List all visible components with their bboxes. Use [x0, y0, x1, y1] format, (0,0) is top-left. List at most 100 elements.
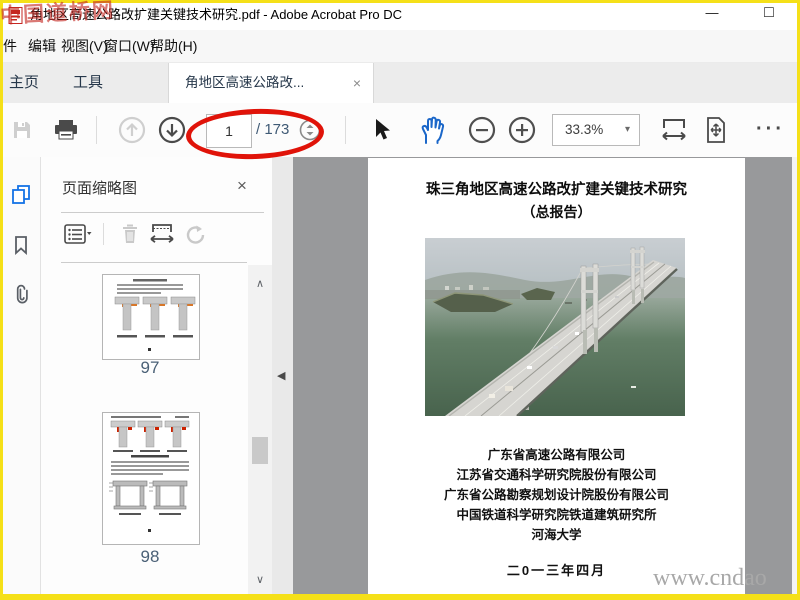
- menu-edit[interactable]: 编辑: [28, 30, 56, 62]
- page-stepper[interactable]: [298, 118, 322, 142]
- cursor-arrow-icon: [376, 119, 390, 140]
- plus-circle-icon: [508, 116, 536, 144]
- menu-view[interactable]: 视图(V): [61, 30, 108, 62]
- chevron-down-icon: ∨: [255, 574, 265, 586]
- chevron-down-icon: ▾: [624, 124, 630, 135]
- more-icon: ···: [756, 118, 785, 140]
- pages-icon: [12, 185, 30, 204]
- crop-pages-icon: [150, 224, 174, 243]
- zoom-level-dropdown[interactable]: 33.3% ▾: [552, 114, 640, 146]
- zoom-level-value: 33.3%: [565, 122, 604, 137]
- fit-width-icon: [662, 119, 686, 141]
- site-watermark: www.cndao: [653, 565, 767, 591]
- organization: 河海大学: [531, 528, 582, 542]
- maximize-button[interactable]: □: [752, 0, 786, 28]
- report-title: 珠三角地区高速公路改扩建关键技术研究: [426, 182, 687, 198]
- attachments-tab[interactable]: [9, 283, 33, 307]
- scroll-up-button[interactable]: ∧: [251, 277, 269, 291]
- fit-width-button[interactable]: [658, 114, 690, 146]
- thumbnail-page-number: 97: [140, 358, 160, 377]
- save-button[interactable]: [6, 114, 38, 146]
- thumbnail-page-97[interactable]: [102, 274, 200, 360]
- collapse-left-icon: ◀: [277, 370, 286, 382]
- select-tool-button[interactable]: [366, 114, 398, 146]
- crop-pages-button[interactable]: [147, 219, 177, 249]
- hand-tool-button[interactable]: [416, 114, 448, 146]
- toolbar-separator: [96, 116, 97, 144]
- paperclip-icon: [16, 284, 28, 304]
- menu-file[interactable]: 文件: [0, 30, 17, 62]
- fit-page-icon: [707, 117, 725, 143]
- print-icon: [55, 120, 77, 140]
- page-total-label: / 173: [256, 121, 290, 138]
- zoom-in-button[interactable]: [506, 114, 538, 146]
- organization: 广东省高速公路有限公司: [487, 448, 626, 462]
- stepper-icon: [299, 119, 321, 141]
- menu-window[interactable]: 窗口(W): [104, 30, 155, 62]
- menu-help[interactable]: 帮助(H): [150, 30, 197, 62]
- tab-bar: 主页 工具 角地区高速公路改... × ?: [0, 63, 800, 160]
- page-thumbnails-tab[interactable]: [9, 183, 33, 207]
- toolbar-separator: [103, 223, 104, 245]
- main-toolbar: / 173 33.3% ▾ ···: [0, 103, 800, 158]
- organization: 江苏省交通科学研究院股份有限公司: [456, 468, 657, 482]
- page-thumbnails-panel: 页面缩略图 × 97 98 ∧ ∨: [41, 157, 272, 597]
- hand-tool-icon: [421, 116, 445, 144]
- organization: 中国铁道科学研究院铁道建筑研究所: [456, 508, 657, 522]
- thumbnail-options-button[interactable]: [63, 219, 93, 249]
- arrow-up-circle-icon: [118, 116, 146, 144]
- tab-tools[interactable]: 工具: [73, 63, 103, 103]
- rotate-icon: [186, 225, 205, 244]
- bridge-photo: [425, 238, 685, 417]
- delete-pages-button[interactable]: [115, 219, 145, 249]
- pdf-file-icon: [8, 7, 24, 29]
- title-bar: 角地区高速公路改扩建关键技术研究.pdf - Adobe Acrobat Pro…: [0, 0, 800, 30]
- scroll-down-button[interactable]: ∨: [251, 573, 269, 587]
- tab-document-label: 角地区高速公路改...: [185, 75, 305, 90]
- zoom-out-button[interactable]: [466, 114, 498, 146]
- scrollbar-thumb[interactable]: [252, 437, 268, 464]
- fit-page-button[interactable]: [700, 114, 732, 146]
- close-icon: ×: [352, 75, 362, 91]
- report-subtitle: （总报告）: [521, 204, 592, 220]
- options-list-icon: [64, 224, 92, 244]
- thumbnail-page-98[interactable]: [102, 412, 200, 545]
- print-button[interactable]: [50, 114, 82, 146]
- save-icon: [14, 122, 30, 138]
- bookmarks-tab[interactable]: [9, 233, 33, 257]
- arrow-down-circle-icon: [158, 116, 186, 144]
- divider: [61, 212, 264, 213]
- tab-document[interactable]: 角地区高速公路改... ×: [168, 63, 374, 103]
- minus-circle-icon: [468, 116, 496, 144]
- navigation-pane-strip: [0, 157, 41, 597]
- bookmark-icon: [15, 236, 27, 255]
- organization: 广东省公路勘察规划设计院股份有限公司: [443, 488, 669, 502]
- page-number-input[interactable]: [206, 114, 252, 148]
- trash-icon: [123, 224, 137, 243]
- document-view[interactable]: 珠三角地区高速公路改扩建关键技术研究 （总报告） 广东省高速公路有限公司 江苏省…: [293, 157, 792, 597]
- document-scrollbar[interactable]: [792, 157, 797, 597]
- more-tools-button[interactable]: ···: [756, 103, 785, 157]
- toolbar-separator: [345, 116, 346, 144]
- thumbnail-scrollbar[interactable]: [248, 265, 272, 597]
- panel-close-button[interactable]: ×: [233, 177, 251, 195]
- minimize-icon: —: [705, 5, 719, 20]
- tab-home[interactable]: 主页: [9, 63, 39, 103]
- panel-title: 页面缩略图: [62, 180, 138, 197]
- thumbnail-97-preview: [114, 279, 196, 351]
- menu-bar: 文件 编辑 视图(V) 窗口(W) 帮助(H): [0, 30, 800, 63]
- pdf-page: 珠三角地区高速公路改扩建关键技术研究 （总报告） 广东省高速公路有限公司 江苏省…: [368, 158, 745, 596]
- tab-close-button[interactable]: ×: [349, 75, 365, 91]
- thumbnail-page-number: 98: [140, 547, 160, 566]
- acrobat-window: 角地区高速公路改扩建关键技术研究.pdf - Adobe Acrobat Pro…: [0, 0, 800, 600]
- thumbnail-98-preview: [109, 416, 190, 532]
- rotate-pages-button[interactable]: [181, 219, 211, 249]
- previous-page-button[interactable]: [116, 114, 148, 146]
- panel-collapse-button[interactable]: ◀: [277, 369, 285, 383]
- maximize-icon: □: [764, 4, 774, 21]
- close-icon: ×: [237, 176, 247, 195]
- next-page-button[interactable]: [156, 114, 188, 146]
- window-title: 角地区高速公路改扩建关键技术研究.pdf - Adobe Acrobat Pro…: [30, 7, 403, 22]
- divider: [61, 262, 247, 263]
- minimize-button[interactable]: —: [695, 0, 729, 28]
